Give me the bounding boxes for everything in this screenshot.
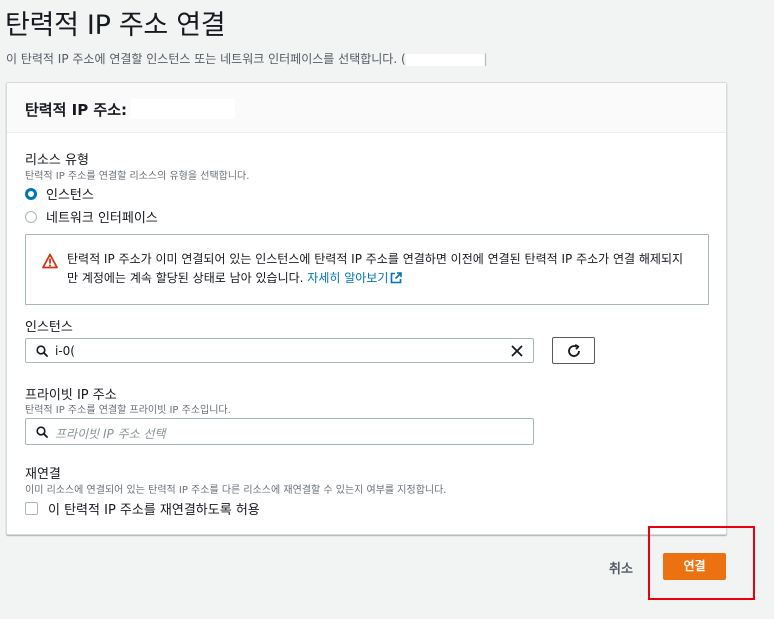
page-title: 탄력적 IP 주소 연결: [5, 10, 226, 41]
learn-more-text: 자세히 알아보기: [307, 271, 389, 285]
reassociation-checkbox-row[interactable]: 이 탄력적 IP 주소를 재연결하도록 허용: [25, 499, 260, 518]
private-ip-placeholder: 프라이빗 IP 주소 선택: [55, 427, 166, 441]
learn-more-link[interactable]: 자세히 알아보기: [307, 271, 403, 285]
refresh-icon: [568, 344, 580, 357]
page-description-text: 이 탄력적 IP 주소에 연결할 인스턴스 또는 네트워크 인터페이스를 선택합…: [6, 52, 406, 66]
private-ip-input[interactable]: 프라이빗 IP 주소 선택: [25, 418, 534, 445]
warning-icon: [42, 253, 58, 269]
reassociation-label: 재연결: [25, 467, 61, 482]
clear-icon[interactable]: [511, 345, 523, 357]
closing-paren: |: [483, 52, 488, 66]
panel-header: 탄력적 IP 주소:: [7, 83, 726, 133]
private-ip-description: 탄력적 IP 주소를 연결할 프라이빗 IP 주소입니다.: [25, 405, 231, 416]
radio-instance-label: 인스턴스: [46, 188, 94, 203]
search-icon: [36, 345, 48, 357]
reassociation-checkbox[interactable]: [25, 502, 38, 515]
refresh-button[interactable]: [552, 337, 595, 364]
redacted-region: [405, 53, 484, 66]
radio-instance-button[interactable]: [25, 187, 37, 200]
reassociation-checkbox-label: 이 탄력적 IP 주소를 재연결하도록 허용: [48, 503, 260, 518]
radio-network-interface-label: 네트워크 인터페이스: [46, 211, 158, 226]
radio-instance[interactable]: 인스턴스: [25, 184, 94, 203]
search-icon: [36, 426, 48, 438]
panel-title: 탄력적 IP 주소:: [25, 99, 236, 120]
cancel-button[interactable]: 취소: [603, 556, 639, 579]
resource-type-label: 리소스 유형: [25, 153, 89, 168]
association-panel: 탄력적 IP 주소: 리소스 유형 탄력적 IP 주소를 연결할 리소스의 유형…: [6, 82, 727, 535]
warning-alert: 탄력적 IP 주소가 이미 연결되어 있는 인스턴스에 탄력적 IP 주소를 연…: [25, 234, 709, 305]
reassociation-description: 이미 리소스에 연결되어 있는 탄력적 IP 주소를 다른 리소스에 재연결할 …: [25, 485, 447, 496]
resource-type-description: 탄력적 IP 주소를 연결할 리소스의 유형을 선택합니다.: [25, 171, 250, 182]
external-link-icon: [391, 272, 403, 284]
associate-button[interactable]: 연결: [663, 553, 726, 580]
instance-value: i-0(: [55, 344, 75, 358]
instance-search-input[interactable]: i-0(: [25, 338, 534, 363]
panel-title-text: 탄력적 IP 주소:: [25, 101, 128, 119]
page-description: 이 탄력적 IP 주소에 연결할 인스턴스 또는 네트워크 인터페이스를 선택합…: [6, 50, 488, 67]
redacted-ip: [131, 99, 236, 119]
radio-network-interface[interactable]: 네트워크 인터페이스: [25, 207, 158, 226]
radio-network-interface-button[interactable]: [25, 210, 37, 223]
instance-label: 인스턴스: [25, 320, 73, 335]
alert-text: 탄력적 IP 주소가 이미 연결되어 있는 인스턴스에 탄력적 IP 주소를 연…: [67, 250, 693, 288]
